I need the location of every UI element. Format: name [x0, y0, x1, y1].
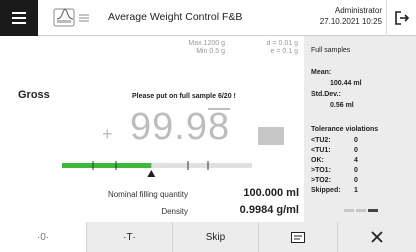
tolerance-label: <TU1:: [311, 147, 331, 154]
stats-title: Full samples: [311, 47, 351, 54]
tolerance-violations-title: Tolerance violations: [311, 126, 379, 133]
tolerance-count: 0: [354, 137, 358, 144]
hamburger-icon: [12, 12, 26, 14]
softkey-bar: ·0· ·T· Skip: [0, 222, 416, 252]
min-capacity: Min 0.5 g: [196, 48, 225, 55]
unit-indicator: [258, 127, 284, 145]
tolerance-label: Skipped:: [311, 187, 341, 194]
pager-dot-active[interactable]: [368, 209, 378, 212]
hamburger-menu-button[interactable]: [0, 0, 38, 36]
readability-limits: d = 0.01 g e = 0.1 g: [267, 40, 298, 56]
weight-value-last-digit: 8: [207, 106, 231, 148]
panel-pager[interactable]: [344, 209, 378, 212]
density-label: Density: [161, 207, 188, 216]
app-title: Average Weight Control F&B: [108, 11, 243, 23]
weight-display: 99.98: [130, 106, 231, 149]
tolerance-label: OK:: [311, 157, 324, 164]
std-dev-label: Std.Dev.:: [311, 91, 341, 98]
print-report-button[interactable]: [258, 222, 337, 252]
tolerance-bar: [62, 161, 252, 177]
statistics-panel: Full samples Mean: 100.44 ml Std.Dev.: 0…: [304, 36, 416, 222]
tare-button[interactable]: ·T·: [86, 222, 172, 252]
max-capacity: Max 1200 g: [188, 40, 225, 47]
mean-value: 100.44 ml: [330, 80, 362, 87]
print-report-icon: [291, 231, 305, 243]
weight-sign: +: [102, 124, 113, 144]
logout-icon: [394, 11, 409, 25]
pager-dot[interactable]: [344, 209, 354, 212]
skip-button[interactable]: Skip: [172, 222, 258, 252]
density-value: 0.9984 g/ml: [239, 204, 299, 216]
nominal-quantity-value: 100.000 ml: [243, 187, 299, 199]
user-info: Administrator 27.10.2021 10:25: [320, 5, 382, 27]
scale-bell-curve-icon: [53, 8, 89, 27]
zero-button[interactable]: ·0·: [0, 222, 86, 252]
tolerance-count: 0: [354, 177, 358, 184]
nominal-quantity-label: Nominal filling quantity: [107, 190, 188, 199]
weighing-area: Max 1200 g Min 0.5 g d = 0.01 g e = 0.1 …: [0, 36, 303, 222]
close-icon: [371, 231, 383, 243]
hamburger-icon-line: [12, 17, 26, 19]
tolerance-count: 0: [354, 147, 358, 154]
tolerance-label: <TU2:: [311, 137, 331, 144]
readability-d: d = 0.01 g: [266, 40, 298, 47]
tolerance-label: >TO2:: [311, 177, 331, 184]
verification-e: e = 0.1 g: [270, 48, 298, 55]
std-dev-value: 0.56 ml: [330, 102, 354, 109]
pager-dot[interactable]: [356, 209, 366, 212]
tolerance-bar-fill: [62, 163, 152, 168]
hamburger-icon-line: [12, 22, 26, 24]
capacity-limits: Max 1200 g Min 0.5 g: [188, 40, 225, 56]
weight-mode-label: Gross: [18, 89, 50, 101]
tolerance-label: >TO1:: [311, 167, 331, 174]
instruction-text: Please put on full sample 6/20 !: [132, 93, 236, 100]
logout-button[interactable]: [386, 0, 416, 36]
tolerance-count: 1: [354, 187, 358, 194]
top-bar: Average Weight Control F&B Administrator…: [0, 0, 416, 36]
user-name: Administrator: [334, 6, 382, 15]
close-button[interactable]: [337, 222, 416, 252]
date-time: 27.10.2021 10:25: [319, 17, 382, 26]
tolerance-pointer: [147, 170, 156, 177]
tolerance-count: 0: [354, 167, 358, 174]
tolerance-count: 4: [354, 157, 358, 164]
weight-value-main: 99.9: [130, 106, 208, 148]
mean-label: Mean:: [311, 69, 332, 76]
